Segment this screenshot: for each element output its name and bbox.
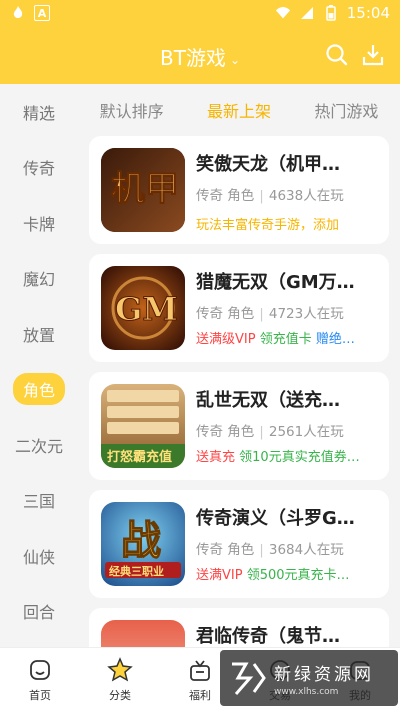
game-meta: 传奇 角色 | 4723人在玩 (196, 306, 344, 322)
app-header: BT游戏 ⌄ (0, 28, 400, 84)
flame-app-icon (10, 5, 26, 21)
game-list-panel: 默认排序 最新上架 热门游戏 机甲 笑傲天龙（机甲… 传奇 角色 | 4638人在玩… (78, 84, 400, 647)
game-meta: 传奇 角色 | 2561人在玩 (196, 424, 344, 440)
nav-category[interactable]: 分类 (80, 648, 160, 711)
game-thumbnail: GM (101, 266, 185, 350)
game-card[interactable]: 机甲 笑傲天龙（机甲… 传奇 角色 | 4638人在玩 玩法丰富传奇手游，添加 (89, 136, 389, 244)
game-tags: 送满级VIP 领充值卡 赠绝… (196, 328, 382, 347)
chevron-down-icon: ⌄ (229, 52, 240, 67)
watermark-title: 新绿资源网 (274, 664, 374, 685)
game-card[interactable]: 打怒霸充值 乱世无双（送充… 传奇 角色 | 2561人在玩 送真充 领10元真实充… (89, 372, 389, 480)
watermark-logo-icon (232, 662, 266, 695)
category-sidebar: 精选 传奇 卡牌 魔幻 放置 角色 二次元 三国 仙侠 回合 (0, 84, 78, 647)
tag-text: 领10元真实充值券… (239, 450, 360, 465)
tag-text: 领500元真充卡… (246, 568, 350, 583)
tag-text: 赠绝… (315, 332, 355, 347)
tag-text: 玩法丰富传奇手游，添加 (196, 218, 340, 233)
home-icon (30, 659, 50, 680)
game-genre: 传奇 (196, 424, 223, 440)
game-tags: 玩法丰富传奇手游，添加 (196, 214, 382, 233)
game-title: 猎魔无双（GM万… (196, 272, 355, 293)
game-tags: 送满VIP 领500元真充卡… (196, 564, 382, 583)
thumbnail-logo-text: 战 (121, 518, 161, 564)
thumbnail-logo-text: 机甲 (111, 169, 179, 209)
game-meta: 传奇 角色 | 3684人在玩 (196, 542, 344, 558)
sidebar-item-chuanqi[interactable]: 传奇 (0, 140, 78, 196)
font-a-icon: A (34, 5, 50, 21)
tab-default-sort[interactable]: 默认排序 (100, 98, 164, 122)
game-thumbnail: 战 经典三职业 (101, 502, 185, 586)
game-meta: 传奇 角色 | 4638人在玩 (196, 188, 344, 204)
player-count: 4723人在玩 (268, 306, 344, 322)
tag-text: 送满VIP (196, 568, 243, 583)
game-title: 传奇演义（斗罗G… (196, 508, 355, 529)
battery-icon (323, 5, 339, 21)
game-card[interactable]: GM 猎魔无双（GM万… 传奇 角色 | 4723人在玩 送满级VIP 领充值卡 赠… (89, 254, 389, 362)
game-title: 乱世无双（送充… (196, 390, 340, 411)
sidebar-item-mohuan[interactable]: 魔幻 (0, 251, 78, 307)
page-title: BT游戏 (160, 46, 226, 70)
game-type: 角色 (227, 306, 255, 322)
sidebar-item-erciyuan[interactable]: 二次元 (0, 417, 78, 473)
download-icon[interactable] (360, 42, 386, 68)
game-type: 角色 (227, 542, 255, 558)
game-card[interactable]: 君临传奇（鬼节… (89, 608, 389, 647)
tag-text: 领充值卡 (259, 332, 312, 347)
game-card[interactable]: 战 经典三职业 传奇演义（斗罗G… 传奇 角色 | 3684人在玩 送满VIP 领5… (89, 490, 389, 598)
status-bar: A 15:04 (0, 0, 400, 28)
tag-text: 送真充 (196, 450, 236, 465)
game-title: 君临传奇（鬼节… (196, 626, 340, 647)
game-genre: 传奇 (196, 306, 223, 322)
player-count: 2561人在玩 (268, 424, 344, 440)
game-thumbnail (101, 620, 185, 647)
thumbnail-subtitle: 经典三职业 (109, 564, 164, 578)
game-tags: 送真充 领10元真实充值券… (196, 446, 382, 465)
sidebar-item-jingxuan[interactable]: 精选 (0, 84, 78, 140)
search-icon[interactable] (324, 42, 350, 68)
sidebar-item-kapai[interactable]: 卡牌 (0, 195, 78, 251)
tab-popular[interactable]: 热门游戏 (314, 98, 378, 122)
game-genre: 传奇 (196, 188, 223, 204)
player-count: 4638人在玩 (268, 188, 344, 204)
gift-icon (190, 659, 210, 681)
game-thumbnail: 机甲 (101, 148, 185, 232)
category-icon (107, 656, 133, 682)
game-type: 角色 (227, 424, 255, 440)
player-count: 3684人在玩 (268, 542, 344, 558)
game-type: 角色 (227, 188, 255, 204)
tag-text: 送满级VIP (196, 332, 256, 347)
sidebar-item-juese[interactable]: 角色 (0, 362, 78, 418)
thumbnail-logo-text: GM (115, 290, 178, 328)
wifi-icon (275, 5, 291, 21)
sidebar-item-sanguo[interactable]: 三国 (0, 473, 78, 529)
tab-newest[interactable]: 最新上架 (207, 98, 271, 122)
sidebar-item-xianxia[interactable]: 仙侠 (0, 528, 78, 584)
sidebar-item-huihe[interactable]: 回合 (0, 584, 78, 640)
watermark-overlay: 新绿资源网 www.xlhs.com (220, 650, 398, 706)
watermark-url: www.xlhs.com (274, 686, 339, 697)
thumbnail-logo-text: 打怒霸充值 (107, 449, 172, 465)
game-thumbnail: 打怒霸充值 (101, 384, 185, 468)
game-genre: 传奇 (196, 542, 223, 558)
sort-tabs: 默认排序 最新上架 热门游戏 (78, 84, 400, 136)
sidebar-item-fangzhi[interactable]: 放置 (0, 306, 78, 362)
status-time: 15:04 (346, 4, 390, 22)
nav-home[interactable]: 首页 (0, 648, 80, 711)
game-title: 笑傲天龙（机甲… (196, 154, 340, 175)
signal-icon (299, 5, 315, 21)
